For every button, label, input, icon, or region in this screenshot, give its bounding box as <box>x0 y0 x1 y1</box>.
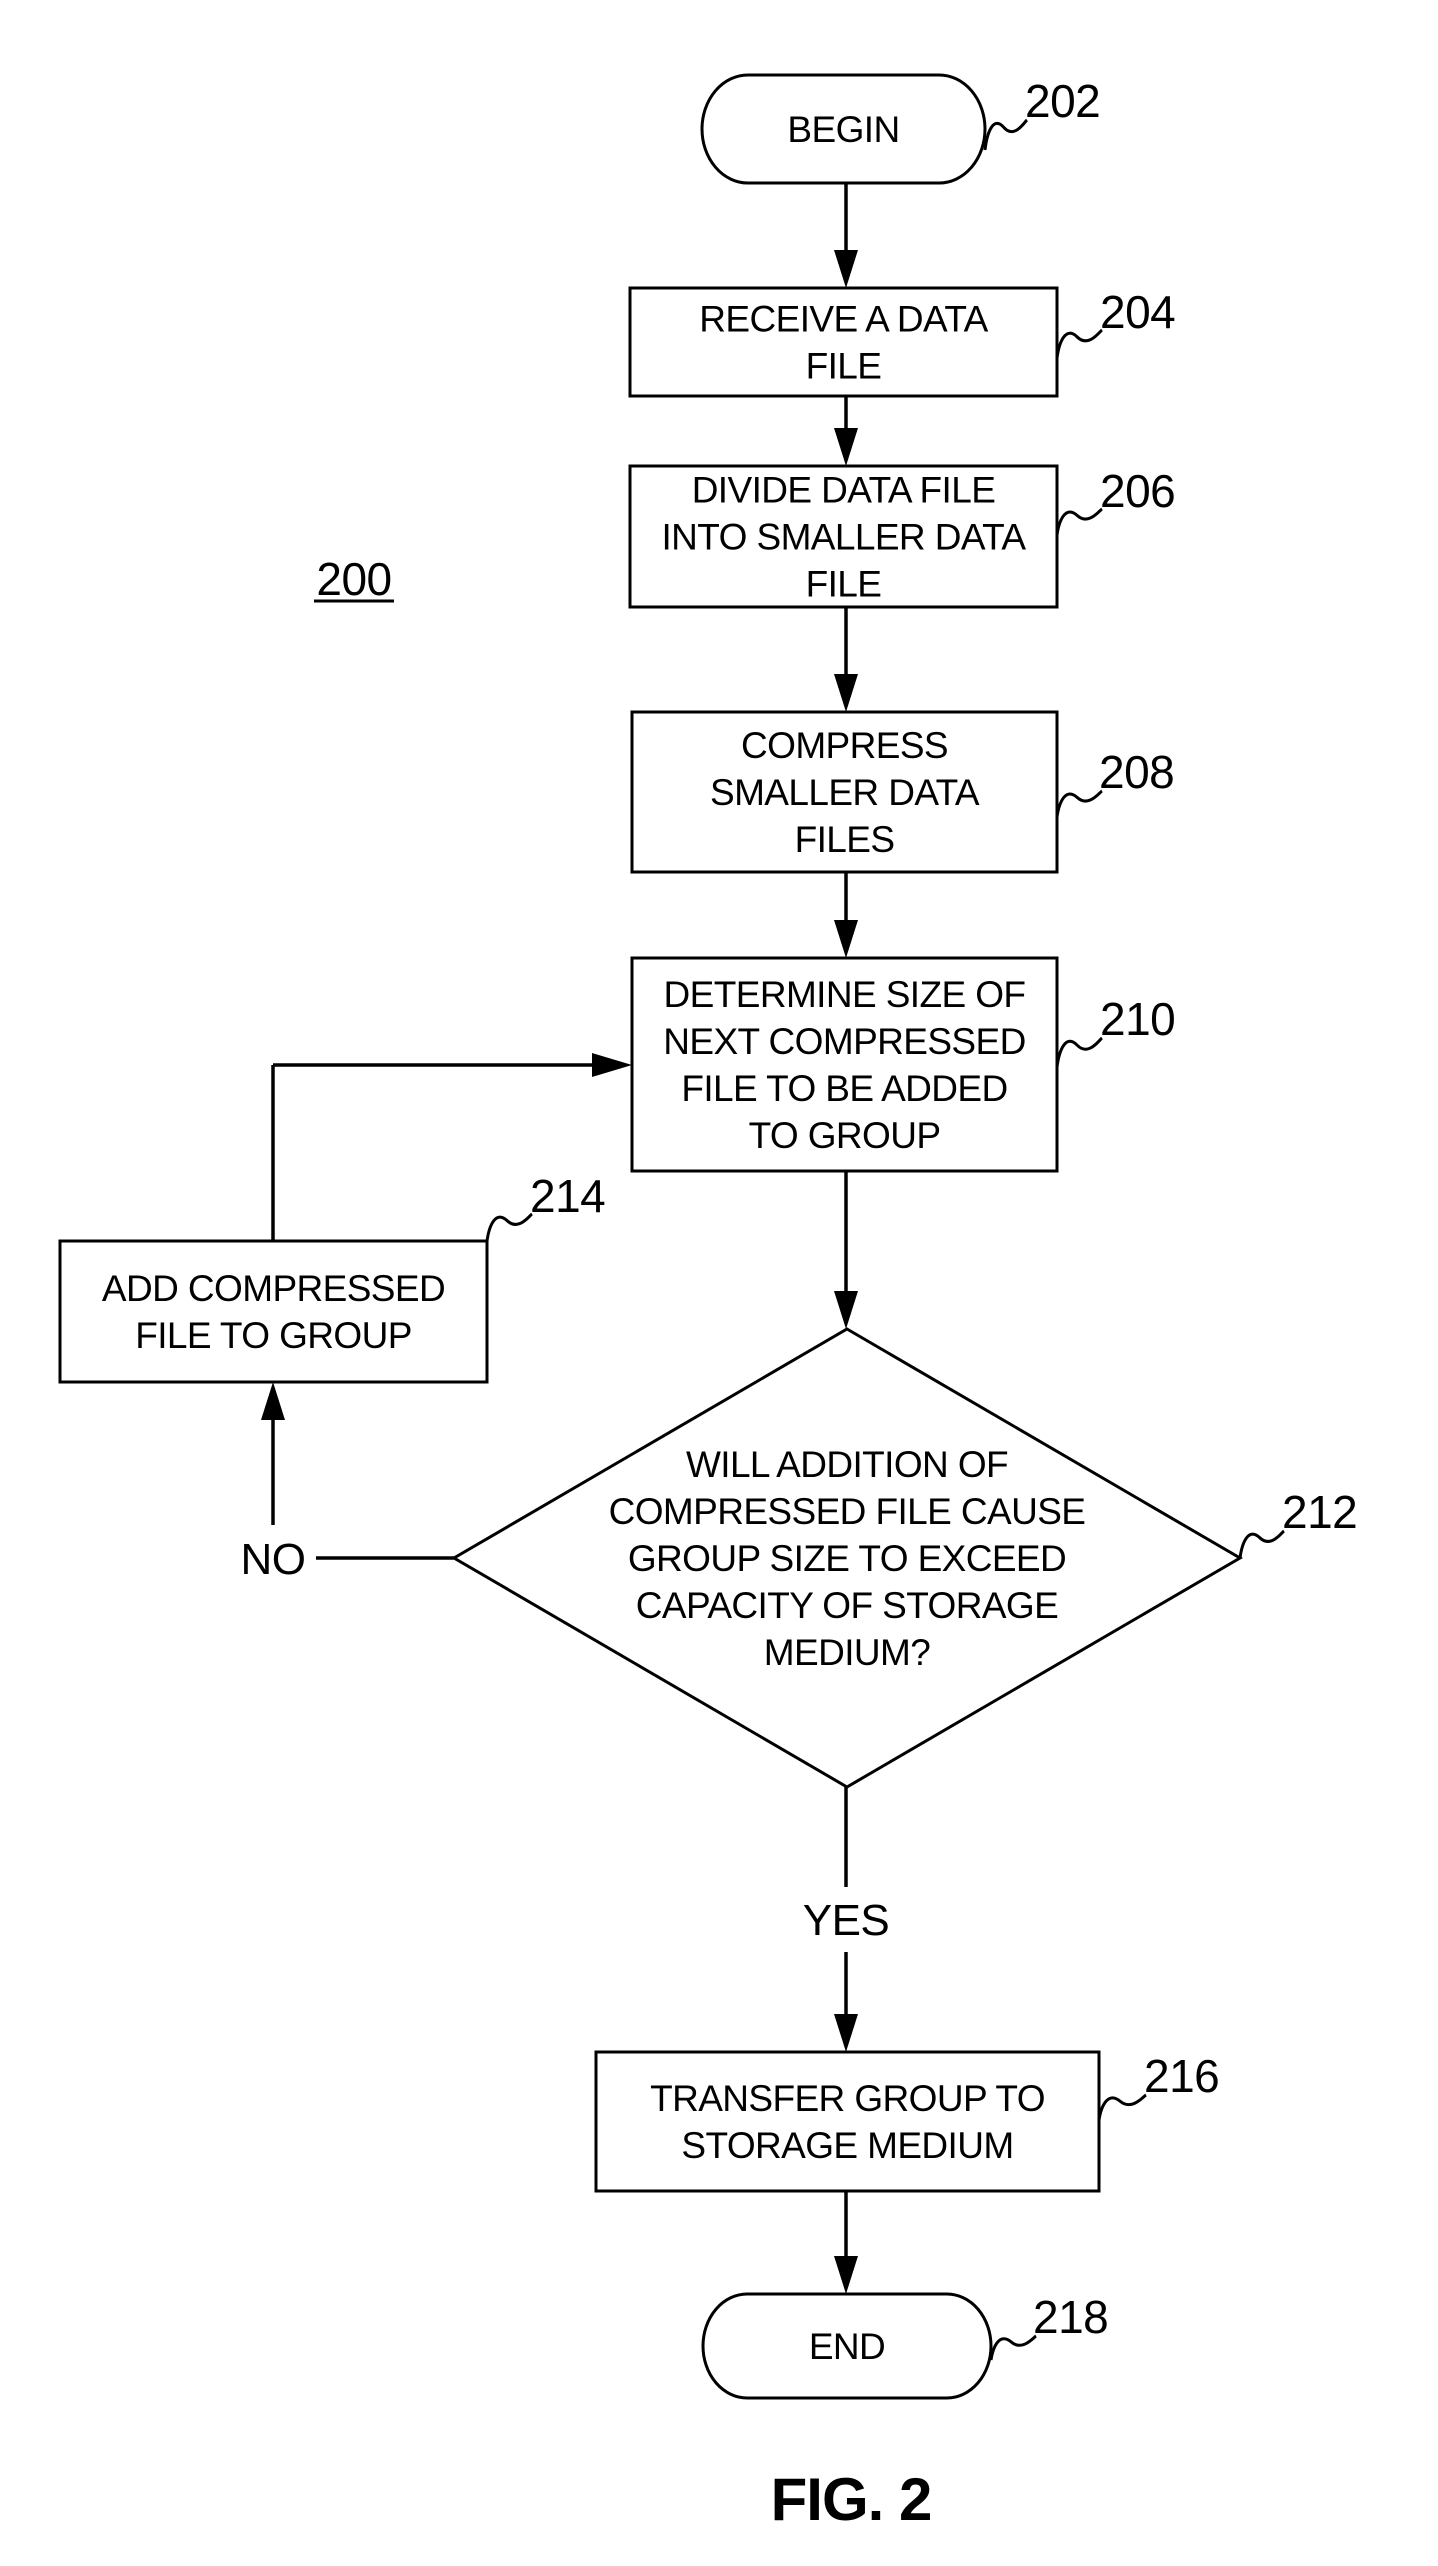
flow-node-216: TRANSFER GROUP TO STORAGE MEDIUM <box>594 2050 1101 2193</box>
node-text-line: FILE <box>806 564 882 605</box>
arrowhead-down-icon <box>834 2014 858 2052</box>
reference-leader-line <box>1097 2093 1147 2121</box>
node-text-line: STORAGE MEDIUM <box>681 2125 1013 2166</box>
node-text-line: FILE TO GROUP <box>135 1315 412 1356</box>
flow-node-206: DIVIDE DATA FILE INTO SMALLER DATA FILE <box>628 464 1059 609</box>
node-text-line: DIVIDE DATA FILE <box>692 470 996 511</box>
arrowhead-down-icon <box>834 250 858 288</box>
node-text-line: ADD COMPRESSED <box>102 1268 445 1309</box>
reference-leader-line <box>1055 507 1103 536</box>
reference-leader-line <box>1238 1529 1286 1559</box>
node-text-line: CAPACITY OF STORAGE <box>636 1585 1058 1626</box>
node-text-line: END <box>809 2326 885 2367</box>
reference-number-218: 218 <box>1033 2291 1108 2343</box>
node-text-line: TO GROUP <box>749 1115 941 1156</box>
flow-node-208: COMPRESS SMALLER DATA FILES <box>630 710 1059 874</box>
reference-number-210: 210 <box>1100 993 1175 1045</box>
arrowhead-down-icon <box>834 2256 858 2294</box>
node-text-line: SMALLER DATA <box>710 772 980 813</box>
flow-node-218: END <box>701 2292 993 2400</box>
reference-leader-line <box>485 1212 533 1242</box>
flow-node-214: ADD COMPRESSED FILE TO GROUP <box>58 1239 489 1384</box>
nodes-layer: BEGIN RECEIVE A DATA FILE DIVIDE DATA FILE I… <box>58 73 1243 2400</box>
reference-number-214: 214 <box>530 1170 605 1222</box>
arrowhead-down-icon <box>834 428 858 466</box>
reference-number-204: 204 <box>1100 286 1175 338</box>
node-text-line: FILES <box>795 819 895 860</box>
node-text-line: DETERMINE SIZE OF <box>664 974 1026 1015</box>
reference-leader-line <box>1055 1036 1104 1068</box>
arrowhead-up-icon <box>261 1382 285 1420</box>
process-box <box>58 1239 489 1384</box>
reference-number-208: 208 <box>1099 746 1174 798</box>
node-text-line: INTO SMALLER DATA <box>662 517 1027 558</box>
reference-leader-line <box>1055 789 1103 818</box>
node-text-line: FILE <box>806 346 882 387</box>
arrowhead-right-icon <box>592 1053 632 1077</box>
reference-number-202: 202 <box>1025 75 1100 127</box>
arrowhead-down-icon <box>834 1291 858 1329</box>
reference-leader-line <box>983 118 1029 151</box>
arrowhead-down-icon <box>834 674 858 712</box>
reference-leader-line <box>1055 328 1104 359</box>
reference-number-212: 212 <box>1282 1486 1357 1538</box>
flowchart: NOYES BEGINRECEIVE A DATAFILEDIVIDE DATA… <box>58 73 1358 2533</box>
node-text-line: BEGIN <box>787 109 899 150</box>
flow-node-204: RECEIVE A DATA FILE <box>628 286 1059 398</box>
reference-number-206: 206 <box>1100 465 1175 517</box>
node-text-line: FILE TO BE ADDED <box>681 1068 1007 1109</box>
branch-label-yes: YES <box>803 1896 890 1945</box>
node-text-line: COMPRESSED FILE CAUSE <box>609 1491 1086 1532</box>
node-text-line: NEXT COMPRESSED <box>663 1021 1025 1062</box>
node-text-line: RECEIVE A DATA <box>699 299 988 340</box>
node-text-line: WILL ADDITION OF <box>686 1444 1008 1485</box>
diagram-reference-number: 200 <box>316 553 391 605</box>
reference-number-216: 216 <box>1144 2050 1219 2102</box>
flow-node-202: BEGIN <box>700 73 987 185</box>
flow-node-210: DETERMINE SIZE OF NEXT COMPRESSED FILE TO … <box>630 956 1059 1173</box>
process-box <box>594 2050 1101 2193</box>
flow-node-212: WILL ADDITION OF COMPRESSED FILE CAUSE GRO… <box>451 1327 1243 1789</box>
node-text-line: GROUP SIZE TO EXCEED <box>628 1538 1066 1579</box>
node-text-line: TRANSFER GROUP TO <box>650 2078 1045 2119</box>
arrowhead-down-icon <box>834 920 858 958</box>
reference-leader-line <box>989 2334 1037 2361</box>
figure-caption: FIG. 2 <box>771 2466 932 2533</box>
node-text-line: MEDIUM? <box>764 1632 930 1673</box>
branch-label-no: NO <box>241 1535 306 1584</box>
node-text-line: COMPRESS <box>741 725 948 766</box>
